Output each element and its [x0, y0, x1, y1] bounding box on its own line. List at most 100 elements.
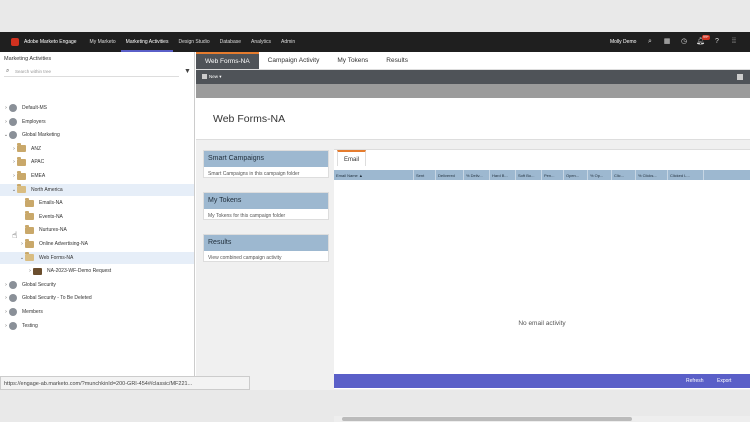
- action-bar: [196, 84, 750, 98]
- filter-icon[interactable]: ▼: [184, 68, 191, 75]
- panel-title: Marketing Activities: [4, 56, 52, 62]
- folder-open-icon: [17, 184, 26, 194]
- scroll-thumb[interactable]: [342, 417, 632, 421]
- smart-campaigns-panel[interactable]: Smart Campaigns Smart Campaigns in this …: [203, 150, 329, 178]
- panel-heading[interactable]: My Tokens: [204, 193, 328, 209]
- tree-item[interactable]: › Default-MS: [0, 102, 194, 114]
- tree-item[interactable]: › Global Security - To Be Deleted: [0, 292, 194, 304]
- tree-item-label: Nurtures-NA: [39, 227, 67, 234]
- export-button[interactable]: Export: [717, 378, 731, 384]
- column-header[interactable]: Delivered: [436, 170, 464, 180]
- window-icon[interactable]: [737, 74, 743, 80]
- globe-icon: [9, 104, 17, 112]
- panel-heading[interactable]: Smart Campaigns: [204, 151, 328, 167]
- tree-item[interactable]: Events-NA: [0, 211, 194, 223]
- panel-description: View combined campaign activity: [208, 255, 282, 261]
- results-panel[interactable]: Results View combined campaign activity: [203, 234, 329, 262]
- column-header[interactable]: Clic...: [612, 170, 636, 180]
- column-header[interactable]: Soft Bo...: [516, 170, 542, 180]
- tree-search[interactable]: ⌕ Search within tree: [4, 67, 179, 77]
- horizontal-scrollbar[interactable]: [334, 416, 750, 422]
- new-button[interactable]: New ▾: [202, 74, 222, 80]
- tree-item-label: North America: [31, 186, 63, 193]
- new-button-label: New: [209, 74, 219, 79]
- notification-badge: 99+: [702, 35, 710, 40]
- help-icon[interactable]: ?: [713, 38, 721, 46]
- tree-item[interactable]: Emails-NA: [0, 197, 194, 209]
- tree-item-label: APAC: [31, 159, 45, 166]
- tree-item[interactable]: › Testing: [0, 320, 194, 332]
- tree-item[interactable]: › NA-2023-WF-Demo Request: [0, 265, 194, 277]
- folder-icon: [25, 224, 34, 234]
- empty-message: No email activity: [518, 320, 566, 327]
- tree-item-label: Members: [22, 309, 43, 315]
- globe-icon: [9, 308, 17, 316]
- tree-item-label: ANZ: [31, 145, 41, 152]
- program-icon: [33, 267, 42, 275]
- tree-item-label: Employers: [22, 118, 46, 125]
- tab-email[interactable]: Email: [337, 150, 367, 166]
- column-header[interactable]: Open...: [564, 170, 588, 180]
- column-header[interactable]: % Op...: [588, 170, 612, 180]
- globe-icon: [9, 131, 17, 140]
- tree-item[interactable]: ⌄ North America: [0, 183, 194, 196]
- nav-my-marketo[interactable]: My Marketo: [85, 32, 121, 52]
- folder-icon: [17, 143, 26, 153]
- tree-item-label: Global Security - To Be Deleted: [22, 295, 92, 302]
- nav-admin[interactable]: Admin: [276, 32, 300, 52]
- column-header[interactable]: Pen...: [542, 170, 564, 180]
- nav-database[interactable]: Database: [215, 32, 246, 52]
- nav-marketing-activities[interactable]: Marketing Activities: [120, 32, 174, 52]
- search-placeholder: Search within tree: [15, 69, 52, 74]
- tree-item[interactable]: › EMEA: [0, 170, 194, 182]
- column-header[interactable]: % Deliv...: [464, 170, 490, 180]
- nav-design-studio[interactable]: Design Studio: [173, 32, 214, 52]
- tree-item-label: Default-MS: [22, 105, 48, 111]
- refresh-button[interactable]: Refresh: [686, 378, 704, 384]
- user-name[interactable]: Molly Demo: [610, 32, 636, 52]
- tree-item[interactable]: › Members: [0, 306, 194, 318]
- tab-my-tokens[interactable]: My Tokens: [328, 52, 377, 69]
- nav-analytics[interactable]: Analytics: [246, 32, 276, 52]
- column-header[interactable]: % Clicks...: [636, 170, 668, 180]
- globe-icon: [9, 321, 17, 330]
- top-navigation: Adobe Marketo Engage My Marketo Marketin…: [0, 32, 750, 52]
- column-header[interactable]: Clicked L...: [668, 170, 704, 180]
- tree-item[interactable]: › Employers: [0, 116, 194, 128]
- grid-header: Email Name ▲ Sent Delivered% Deliv... Hard …: [334, 170, 750, 180]
- page-header: Web Forms-NA: [196, 98, 750, 140]
- email-grid: Email Email Name ▲ Sent Delivered% Deliv..…: [334, 149, 750, 422]
- tab-web-forms-na[interactable]: Web Forms-NA: [196, 52, 259, 69]
- globe-icon: [9, 117, 17, 126]
- tab-results[interactable]: Results: [377, 52, 417, 69]
- tree-item[interactable]: › Global Security: [0, 279, 194, 291]
- search-icon[interactable]: ⌕: [646, 38, 654, 46]
- toolbar: New ▾: [196, 70, 750, 84]
- status-url: https://engage-ab.marketo.com/?munchkinI…: [0, 376, 250, 390]
- column-header[interactable]: Hard B...: [490, 170, 516, 180]
- tree-item[interactable]: Nurtures-NA: [0, 224, 194, 236]
- mouse-cursor-icon: ☝︎: [12, 230, 18, 240]
- page-title: Web Forms-NA: [213, 113, 286, 125]
- column-header[interactable]: Email Name ▲: [334, 170, 414, 180]
- tree-item[interactable]: › ANZ: [0, 143, 194, 155]
- adobe-logo-icon: [11, 38, 19, 46]
- my-tokens-panel[interactable]: My Tokens My Tokens for this campaign fo…: [203, 192, 329, 220]
- tree-item-label: Online Advertising-NA: [39, 241, 88, 247]
- tree-item-label: EMEA: [31, 173, 46, 179]
- tree-item[interactable]: › APAC: [0, 156, 194, 168]
- globe-icon: [9, 280, 17, 289]
- folder-icon: [25, 238, 34, 248]
- tab-campaign-activity[interactable]: Campaign Activity: [259, 52, 329, 69]
- panel-heading[interactable]: Results: [204, 235, 328, 251]
- tree-item[interactable]: ⌄ Web Forms-NA: [0, 251, 194, 264]
- tree-item[interactable]: ⌄ Global Marketing: [0, 129, 194, 141]
- clock-icon[interactable]: ◷: [680, 38, 688, 46]
- grid-icon[interactable]: ▦: [663, 38, 671, 46]
- brand-name: Adobe Marketo Engage: [24, 39, 77, 45]
- marketing-activities-tree-panel: Marketing Activities ⌕ Search within tre…: [0, 52, 195, 390]
- apps-icon[interactable]: ⁞⁞: [730, 38, 738, 46]
- column-header[interactable]: Sent: [414, 170, 436, 180]
- tree-item[interactable]: › Online Advertising-NA: [0, 238, 194, 250]
- tree-item-label: Web Forms-NA: [39, 254, 74, 261]
